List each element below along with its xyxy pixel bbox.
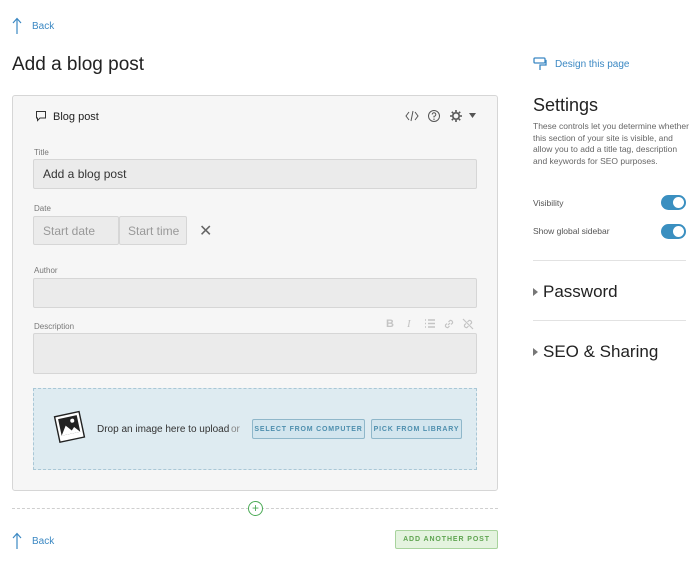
description-input[interactable] (33, 333, 477, 374)
visibility-label: Visibility (533, 198, 564, 208)
settings-description: These controls let you determine whether… (533, 121, 689, 166)
gear-icon[interactable] (449, 109, 463, 123)
code-icon[interactable] (405, 109, 419, 123)
design-link-label: Design this page (555, 58, 630, 70)
seo-sharing-section-toggle[interactable]: SEO & Sharing (533, 342, 658, 362)
show-global-sidebar-toggle[interactable] (661, 224, 686, 239)
add-another-post-button[interactable]: ADD ANOTHER POST (395, 530, 498, 549)
back-link-label: Back (32, 535, 55, 547)
help-icon[interactable] (427, 109, 441, 123)
back-link-top[interactable]: Back (12, 17, 54, 35)
expand-triangle-icon (533, 288, 538, 296)
italic-icon[interactable]: I (407, 318, 411, 330)
list-icon[interactable] (424, 318, 436, 329)
card-title: Blog post (53, 111, 99, 123)
author-input[interactable] (33, 278, 477, 308)
clear-date-icon[interactable]: ✕ (199, 221, 212, 241)
start-date-input[interactable]: Start date (33, 216, 119, 245)
unlink-icon[interactable] (462, 318, 474, 330)
sidebar-divider (533, 320, 686, 321)
bold-icon[interactable]: B (386, 318, 394, 330)
paint-roller-icon (533, 57, 547, 70)
chat-bubble-icon (36, 111, 46, 122)
blog-post-card: Blog post Title Add a blog post Date Sta… (12, 95, 498, 491)
image-upload-icon (53, 410, 86, 444)
author-label: Author (34, 266, 58, 275)
settings-title: Settings (533, 95, 599, 115)
sidebar-divider (533, 260, 686, 261)
seo-sharing-section-label: SEO & Sharing (543, 342, 659, 361)
expand-triangle-icon (533, 348, 538, 356)
arrow-up-icon (12, 17, 22, 34)
or-text: or (231, 424, 240, 435)
visibility-toggle[interactable] (661, 195, 686, 210)
arrow-up-icon (12, 532, 22, 549)
link-icon[interactable] (443, 318, 455, 330)
date-label: Date (34, 204, 51, 213)
back-link-bottom[interactable]: Back (12, 532, 54, 550)
add-section-button[interactable]: + (248, 501, 263, 516)
password-section-label: Password (543, 282, 618, 301)
pick-from-library-button[interactable]: PICK FROM LIBRARY (371, 419, 462, 439)
title-input[interactable]: Add a blog post (33, 159, 477, 189)
dropdown-caret-icon[interactable] (468, 111, 477, 120)
drop-text: Drop an image here to upload (97, 424, 230, 435)
description-label: Description (34, 322, 75, 331)
title-label: Title (34, 148, 49, 157)
back-link-label: Back (32, 20, 55, 32)
show-global-sidebar-label: Show global sidebar (533, 226, 610, 236)
password-section-toggle[interactable]: Password (533, 282, 618, 302)
start-time-input[interactable]: Start time (119, 216, 187, 245)
select-from-computer-button[interactable]: SELECT FROM COMPUTER (252, 419, 365, 439)
page-title: Add a blog post (12, 54, 145, 75)
design-this-page-link[interactable]: Design this page (533, 57, 630, 71)
image-dropzone[interactable]: Drop an image here to upload or SELECT F… (33, 388, 477, 470)
